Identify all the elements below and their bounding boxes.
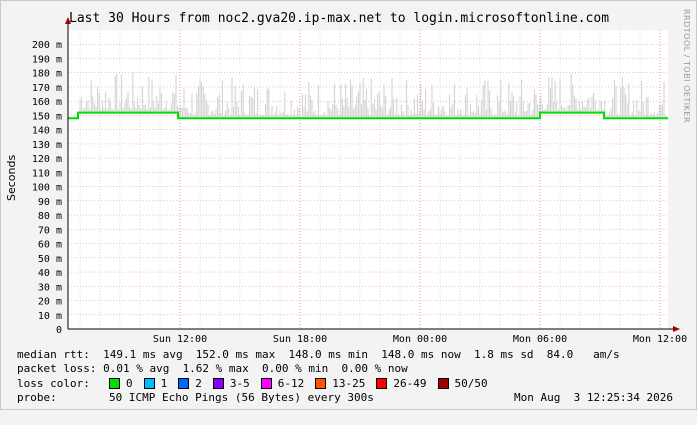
smokeping-graph: 0 10 m 20 m 30 m 40 m 50 m 60 m 70 m 80 m 90 m 100… [0,0,697,410]
probe-label: probe: [17,390,57,404]
y-tick-label: 120 m [32,154,62,165]
y-tick-label: 80 m [38,211,62,222]
loss-color-item: 6-12 [260,376,316,390]
plot-area [68,30,668,329]
x-axis-arrow [673,326,680,332]
loss-color-swatch [109,377,120,389]
loss-color-swatch [143,377,155,389]
median-rtt-row: median rtt: 149.1 ms avg 152.0 ms max 14… [17,347,620,361]
y-tick-label: 180 m [32,69,62,80]
loss-color-label-4: 6-12 [277,376,305,390]
loss-color-label-3: 3-5 [229,376,250,390]
loss-color-label-0: 0 [126,376,133,390]
loss-color-label: loss color: [17,376,90,390]
loss-color-swatch [315,377,327,389]
legend: median rtt: 149.1 ms avg 152.0 ms max 14… [17,347,687,409]
packet-loss-row: packet loss: 0.01 % avg 1.62 % max 0.00 … [17,361,408,375]
x-tick-label: Mon 12:00 [633,334,687,345]
y-tick-label: 20 m [38,297,62,308]
loss-color-label-2: 2 [195,376,202,390]
probe-description: 50 ICMP Echo Pings (56 Bytes) every 300s [109,390,374,404]
packet-loss-text: packet loss: 0.01 % avg 1.62 % max 0.00 … [17,361,408,375]
loss-color-swatch [437,377,449,389]
y-tick-label: 170 m [32,83,62,94]
y-tick-label: 10 m [38,311,62,322]
y-tick-label: 100 m [32,183,62,194]
graph-timestamp: Mon Aug 3 12:25:34 2026 [514,390,673,404]
loss-color-item: 3-5 [212,376,261,390]
x-tick-label: Sun 12:00 [153,334,207,345]
loss-color-label-6: 26-49 [393,376,427,390]
y-tick-label: 190 m [32,54,62,65]
loss-color-label-5: 13-25 [332,376,366,390]
y-tick-label: 60 m [38,240,62,251]
loss-color-swatch [376,377,388,389]
loss-color-swatch [260,377,272,389]
x-tick-label: Sun 18:00 [273,334,327,345]
y-tick-label: 50 m [38,254,62,265]
y-tick-label: 150 m [32,111,62,122]
chart-title: Last 30 Hours from noc2.gva20.ip-max.net… [69,11,610,26]
rrdtool-watermark: RRDTOOL / TOBI OETIKER [682,9,691,124]
loss-color-items: 0 1 2 3-5 6-12 13-25 26-49 50/50 [109,377,499,390]
y-axis-label: Seconds [5,154,18,201]
y-tick-labels: 0 10 m 20 m 30 m 40 m 50 m 60 m 70 m 80 m 90 m 100… [32,40,62,336]
y-tick-label: 40 m [38,268,62,279]
loss-color-item: 2 [178,377,213,390]
y-tick-label: 130 m [32,140,62,151]
x-tick-labels: Sun 12:00 Sun 18:00 Mon 00:00 Mon 06:00 Mon … [153,334,687,345]
y-tick-label: 90 m [38,197,62,208]
loss-color-label-1: 1 [160,376,168,390]
y-tick-label: 0 [56,325,62,336]
loss-color-label-7: 50/50 [454,376,488,390]
x-tick-label: Mon 06:00 [513,334,567,345]
y-tick-label: 140 m [32,126,62,137]
y-tick-label: 160 m [32,97,62,108]
loss-color-item: 1 [143,376,179,390]
y-tick-label: 70 m [38,225,62,236]
loss-color-item: 50/50 [437,376,499,390]
y-tick-label: 110 m [32,168,62,179]
loss-color-row: loss color: 0 1 2 3-5 6-12 13-25 26-49 50/50 [17,376,499,390]
loss-color-swatch [212,377,224,389]
x-tick-label: Mon 00:00 [393,334,447,345]
y-tick-label: 30 m [38,282,62,293]
loss-color-item: 26-49 [376,377,437,390]
probe-row: probe: 50 ICMP Echo Pings (56 Bytes) eve… [17,390,687,404]
loss-color-item: 13-25 [315,377,376,390]
loss-color-swatch [178,377,190,389]
median-rtt-text: median rtt: 149.1 ms avg 152.0 ms max 14… [17,347,620,361]
loss-color-item: 0 [109,377,144,390]
y-tick-label: 200 m [32,40,62,51]
